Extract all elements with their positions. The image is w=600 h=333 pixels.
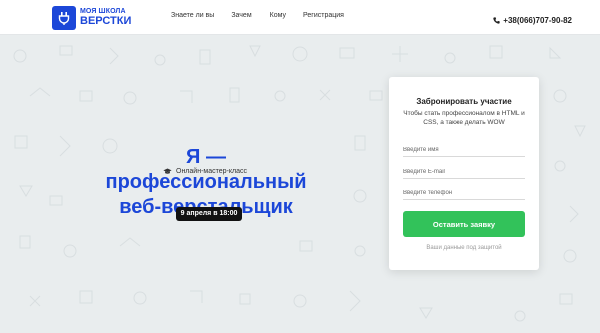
phone-field[interactable]	[403, 186, 525, 200]
privacy-note: Ваши данные под защитой	[426, 245, 502, 251]
date-badge: 9 апреля в 18:00	[176, 207, 242, 221]
nav-item-did-you-know[interactable]: Знаете ли вы	[171, 12, 214, 19]
phone-number: +38(066)707-90-82	[503, 15, 572, 25]
booking-form: Забронировать участие Чтобы стать профес…	[389, 77, 539, 270]
phone-icon	[493, 11, 500, 29]
main-nav: Знаете ли вы Зачем Кому Регистрация	[171, 12, 344, 19]
logo-line1: МОЯ ШКОЛА	[80, 8, 126, 15]
form-description: Чтобы стать профессионалом в HTML и CSS,…	[403, 110, 525, 126]
logo[interactable]: МОЯ ШКОЛА ВЕРСТКИ	[52, 5, 131, 30]
form-title: Забронировать участие	[416, 97, 512, 106]
logo-line2: ВЕРСТКИ	[80, 15, 132, 27]
name-field[interactable]	[403, 143, 525, 157]
nav-item-why[interactable]: Зачем	[231, 12, 251, 19]
logo-text: МОЯ ШКОЛА ВЕРСТКИ	[80, 8, 131, 27]
phone-link[interactable]: +38(066)707-90-82	[493, 11, 572, 29]
title-line-1: Я — профессиональный	[105, 146, 307, 193]
nav-item-for-whom[interactable]: Кому	[270, 12, 286, 19]
nav-item-registration[interactable]: Регистрация	[303, 12, 344, 19]
email-field[interactable]	[403, 165, 525, 179]
plug-icon	[52, 5, 76, 30]
site-header: МОЯ ШКОЛА ВЕРСТКИ Знаете ли вы Зачем Ком…	[0, 0, 600, 35]
submit-button[interactable]: Оставить заявку	[403, 211, 525, 237]
